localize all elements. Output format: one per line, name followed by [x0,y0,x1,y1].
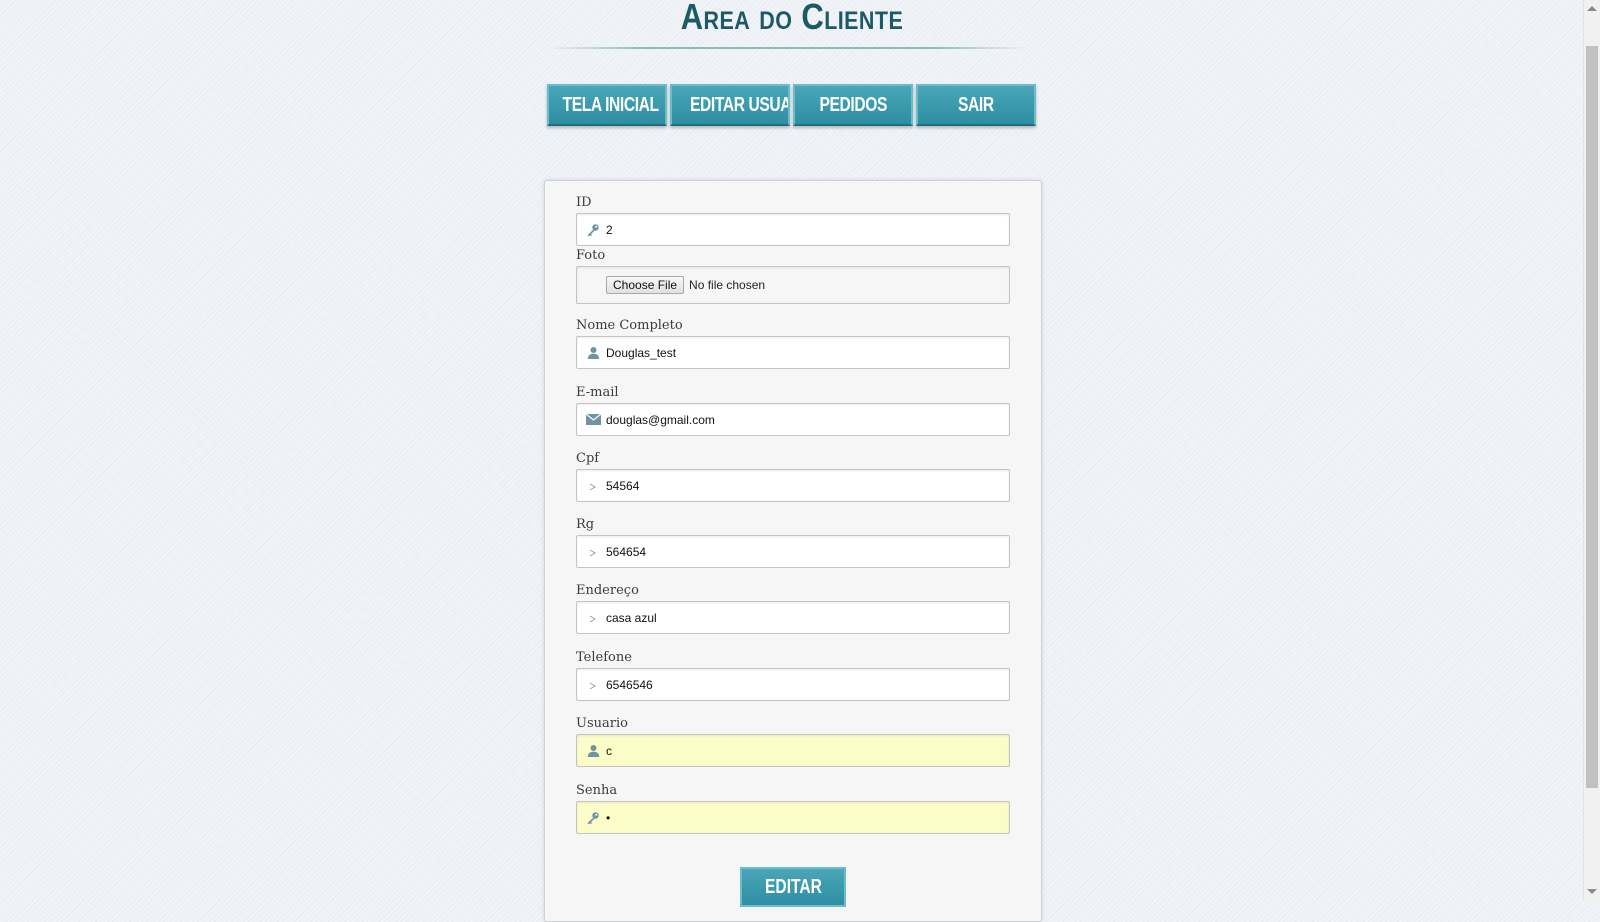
nav-sair-button[interactable]: Sair [916,84,1036,126]
usuario-label: Usuario [576,716,628,731]
cpf-label: Cpf [576,451,600,466]
id-value: 2 [606,222,613,237]
nome-value: Douglas_test [606,345,677,360]
key-icon [585,223,601,237]
cpf-value: 54564 [606,478,640,493]
nome-label: Nome Completo [576,318,683,333]
foto-file-field: Choose File No file chosen [576,266,1010,304]
editar-submit-button[interactable]: Editar [740,867,846,907]
nav-tela-inicial-button[interactable]: Tela Inicial [547,84,667,126]
choose-file-button[interactable]: Choose File [606,276,685,294]
rg-label: Rg [576,517,595,532]
rg-field[interactable]: 564654 [576,535,1010,568]
file-status: No file chosen [689,278,766,292]
chevron-icon [585,613,601,623]
id-field[interactable]: 2 [576,213,1010,246]
senha-value: • [606,810,611,825]
usuario-value: c [606,743,612,758]
edit-user-form: ID 2 Foto Choose File No file chosen Nom… [544,180,1042,922]
telefone-field[interactable]: 6546546 [576,668,1010,701]
telefone-label: Telefone [576,650,632,665]
usuario-field[interactable]: c [576,734,1010,767]
telefone-value: 6546546 [606,677,653,692]
email-label: E-mail [576,385,619,400]
foto-label: Foto [576,248,606,263]
endereco-field[interactable]: casa azul [576,601,1010,634]
nome-field[interactable]: Douglas_test [576,336,1010,369]
user-icon [585,346,601,359]
cpf-field[interactable]: 54564 [576,469,1010,502]
nav-editar-usuario-button[interactable]: Editar Usuario [670,84,790,126]
nav-label: Sair [958,94,994,116]
key-icon [585,811,601,825]
nav-label: Pedidos [819,94,887,116]
nav-label: Tela Inicial [562,94,660,116]
page-title: Area do Cliente [680,0,904,37]
scroll-thumb[interactable] [1586,46,1598,788]
nav-pedidos-button[interactable]: Pedidos [793,84,913,126]
scroll-down-arrow-icon[interactable] [1587,889,1597,894]
vertical-scrollbar[interactable] [1583,0,1600,900]
scroll-up-arrow-icon[interactable] [1587,6,1597,11]
id-label: ID [576,195,592,210]
endereco-label: Endereço [576,583,639,598]
chevron-icon [585,481,601,491]
senha-label: Senha [576,783,618,798]
email-value: douglas@gmail.com [606,412,715,427]
email-field[interactable]: douglas@gmail.com [576,403,1010,436]
user-icon [585,744,601,757]
envelope-icon [585,414,601,425]
title-divider [548,47,1028,49]
nav-label: Editar Usuario [690,94,788,116]
main-nav: Tela Inicial Editar Usuario Pedidos Sair [547,84,1036,126]
chevron-icon [585,680,601,690]
endereco-value: casa azul [606,610,657,625]
rg-value: 564654 [606,544,647,559]
senha-field[interactable]: • [576,801,1010,834]
chevron-icon [585,547,601,557]
